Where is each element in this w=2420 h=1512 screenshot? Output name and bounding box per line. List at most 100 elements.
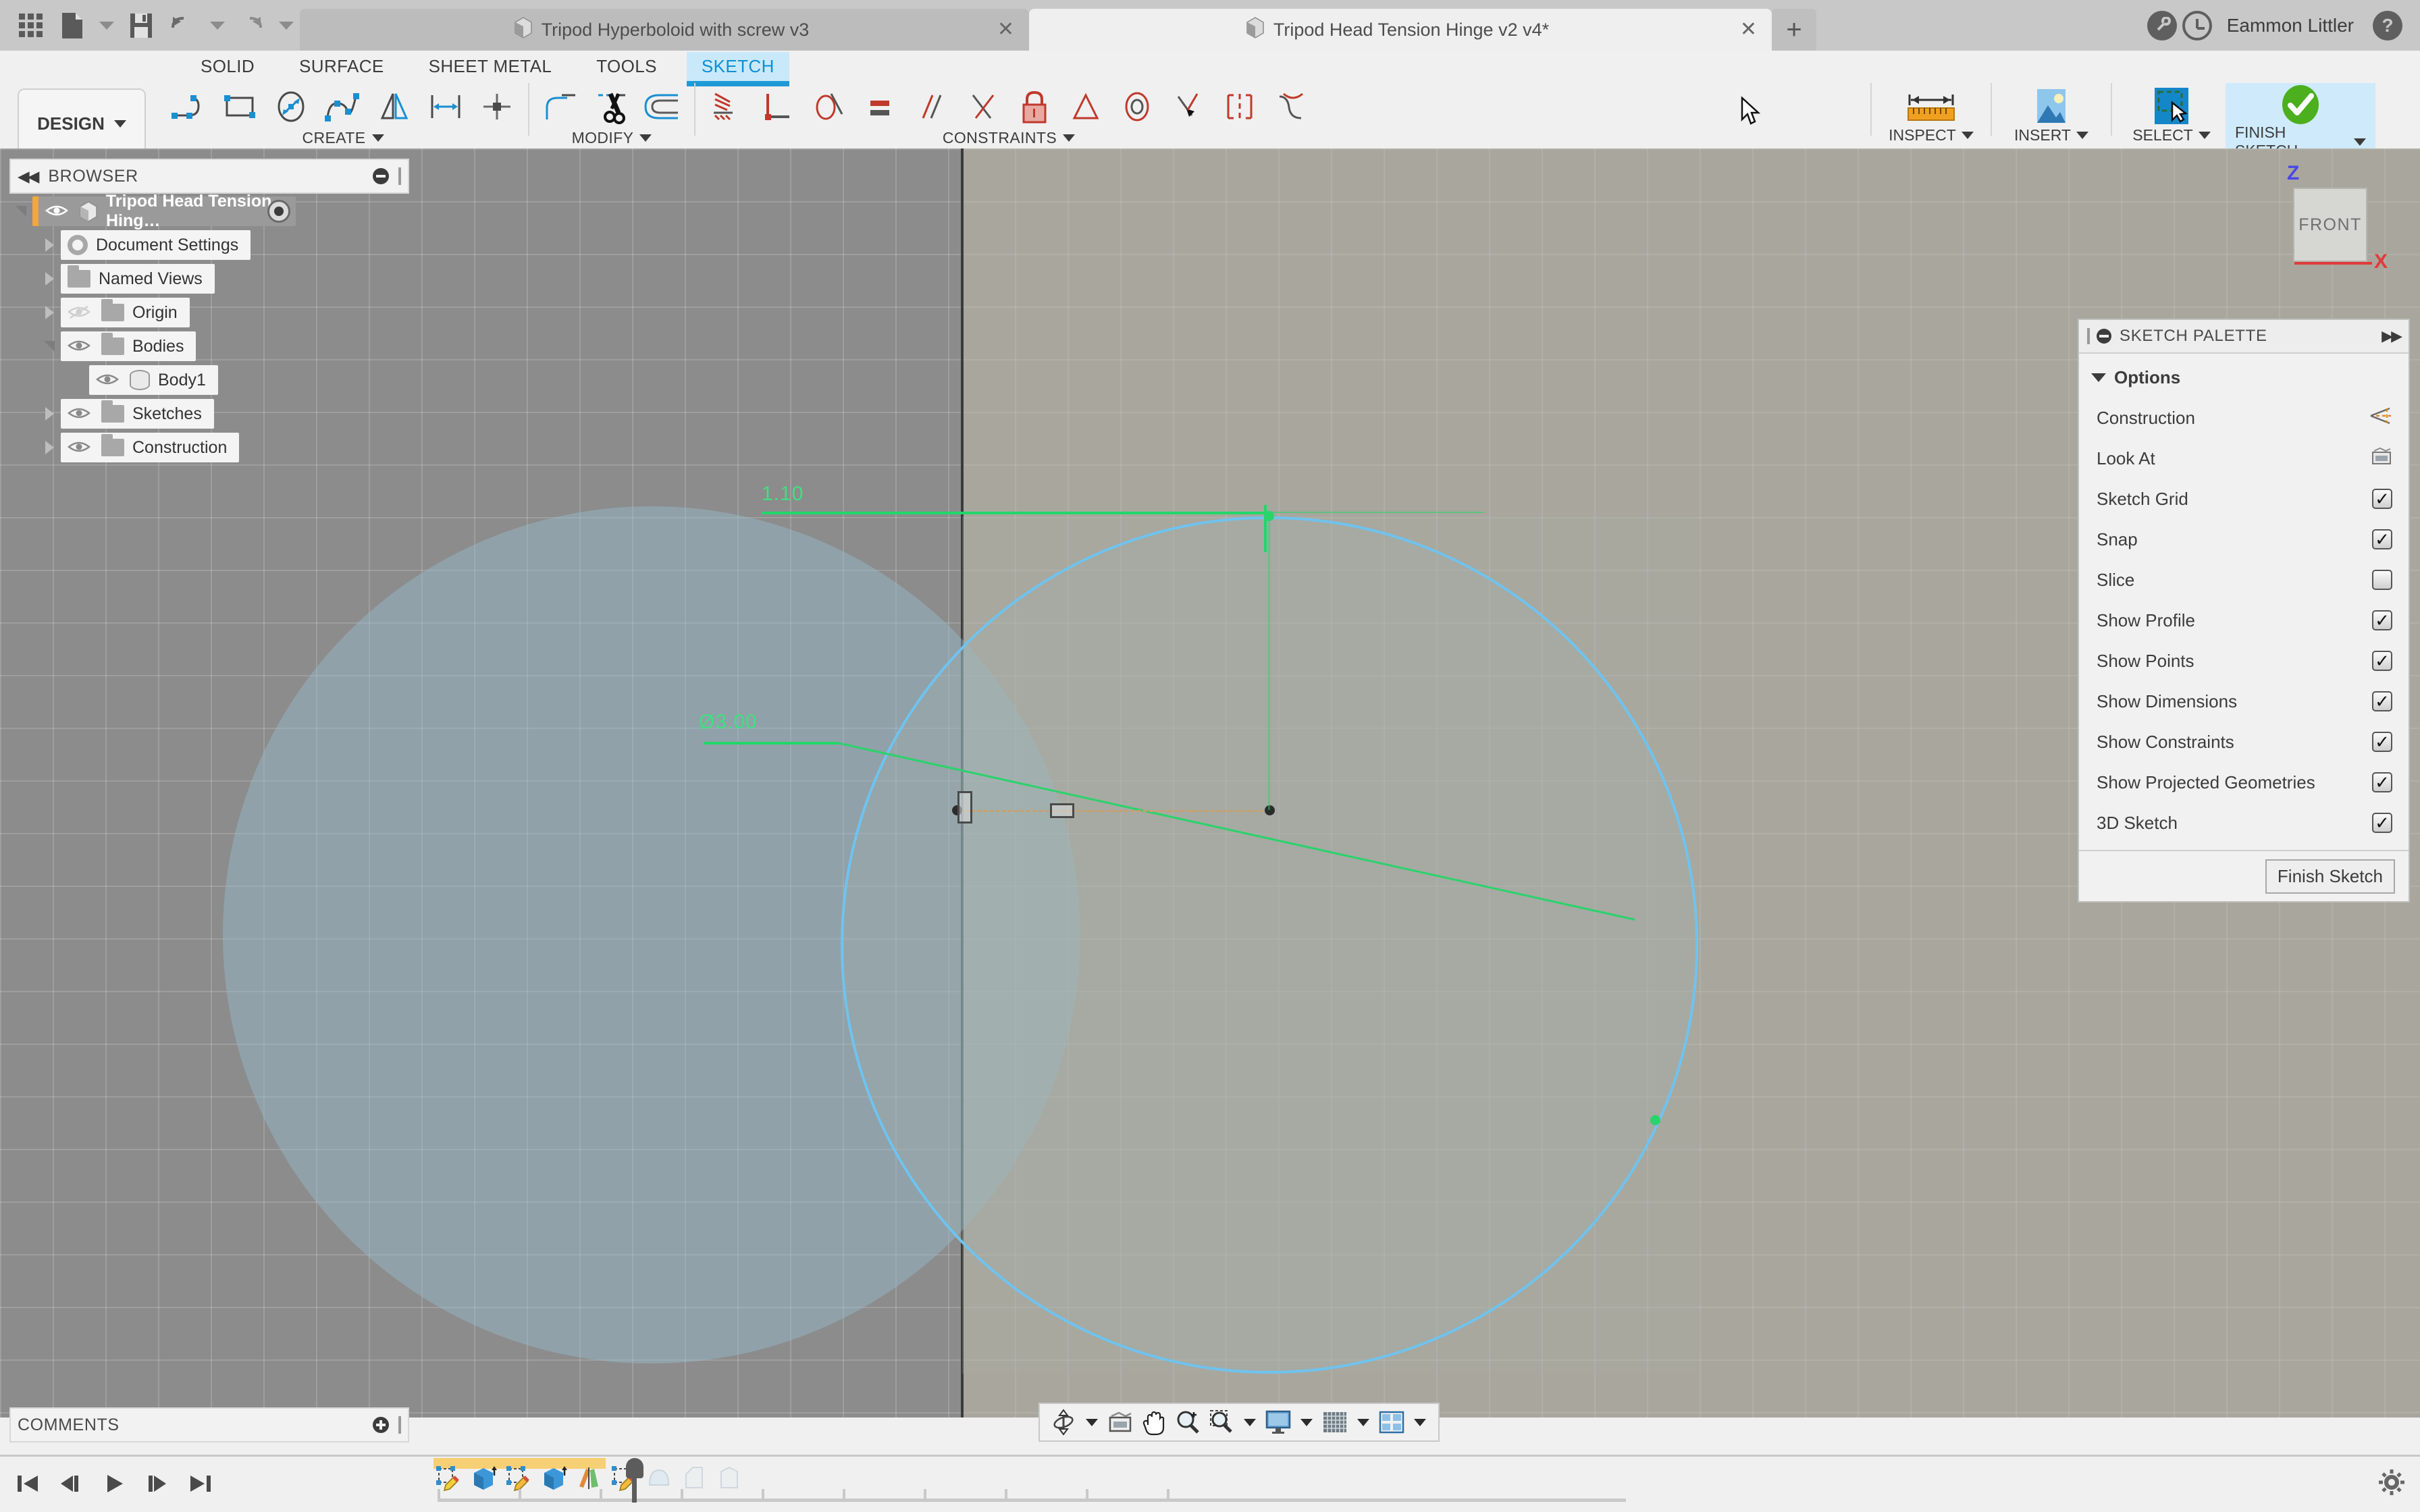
minus-circle-icon[interactable] xyxy=(373,168,389,184)
sidebar-item-component[interactable]: Tripod Head Tension Hing… xyxy=(32,196,296,226)
twisty-right-icon[interactable] xyxy=(38,407,61,421)
perpendicular-icon[interactable] xyxy=(752,83,804,130)
circle-radius-point[interactable] xyxy=(1650,1115,1660,1125)
ribbon-panel-constraints-label[interactable]: CONSTRAINTS xyxy=(943,129,1075,147)
new-tab-button[interactable]: + xyxy=(1772,9,1816,51)
sidebar-item-bodies[interactable]: Bodies xyxy=(61,331,196,361)
visibility-eye-icon[interactable] xyxy=(68,406,93,422)
new-file-icon[interactable] xyxy=(51,5,93,47)
lock-icon[interactable] xyxy=(1009,83,1060,130)
browser-row-named-views[interactable]: Named Views xyxy=(9,263,409,295)
ribbon-panel-insert[interactable]: INSERT xyxy=(1997,83,2105,148)
rectangle-icon[interactable] xyxy=(215,83,266,130)
undo-icon[interactable] xyxy=(162,5,204,47)
double-left-arrow-icon[interactable]: ◀◀ xyxy=(18,167,37,186)
symmetry-icon[interactable] xyxy=(1214,83,1265,130)
zoom-dropdown-icon[interactable] xyxy=(1244,1419,1256,1426)
new-file-dropdown-icon[interactable] xyxy=(93,5,120,47)
visibility-eye-icon[interactable] xyxy=(68,338,93,354)
dimension-label-2[interactable]: Ø3.00 xyxy=(699,711,758,734)
coincident-icon[interactable] xyxy=(957,83,1009,130)
look-at-icon[interactable] xyxy=(1105,1407,1136,1438)
browser-row-body1[interactable]: Body1 xyxy=(9,364,409,396)
palette-row-show-dimensions[interactable]: Show Dimensions ✓ xyxy=(2079,681,2409,722)
twisty-right-icon[interactable] xyxy=(38,238,61,252)
line-icon[interactable] xyxy=(163,83,215,130)
redo-dropdown-icon[interactable] xyxy=(273,5,300,47)
midpoint-icon[interactable] xyxy=(1060,83,1111,130)
show-dimensions-checkbox[interactable]: ✓ xyxy=(2372,691,2392,711)
ribbon-panel-inspect[interactable]: INSPECT xyxy=(1877,83,1985,148)
palette-row-snap[interactable]: Snap ✓ xyxy=(2079,519,2409,560)
extrude-feature-icon[interactable] xyxy=(539,1463,569,1493)
go-to-start-icon[interactable] xyxy=(15,1471,41,1500)
point-icon[interactable] xyxy=(471,83,523,130)
ribbon-panel-finish-sketch[interactable]: FINISH SKETCH xyxy=(2226,83,2375,148)
pan-hand-icon[interactable] xyxy=(1138,1407,1169,1438)
grid-snaps-icon[interactable] xyxy=(1319,1407,1350,1438)
document-tab-1-close-icon[interactable]: ✕ xyxy=(997,20,1014,40)
display-dropdown-icon[interactable] xyxy=(1300,1419,1313,1426)
dimension-icon[interactable] xyxy=(420,83,471,130)
recent-icon[interactable] xyxy=(2182,11,2212,40)
visibility-eye-icon[interactable] xyxy=(68,439,93,456)
sidebar-item-body1[interactable]: Body1 xyxy=(89,365,218,395)
palette-row-show-points[interactable]: Show Points ✓ xyxy=(2079,641,2409,681)
palette-row-sketch-grid[interactable]: Sketch Grid ✓ xyxy=(2079,479,2409,519)
comments-panel[interactable]: COMMENTS xyxy=(9,1407,409,1442)
browser-row-root[interactable]: Tripod Head Tension Hing… xyxy=(9,195,409,227)
concentric-icon[interactable] xyxy=(1111,83,1163,130)
twisty-down-icon[interactable] xyxy=(9,206,32,217)
show-constraints-checkbox[interactable]: ✓ xyxy=(2372,732,2392,752)
mirror-icon[interactable] xyxy=(369,83,420,130)
palette-row-slice[interactable]: Slice xyxy=(2079,560,2409,600)
help-icon[interactable]: ? xyxy=(2373,11,2402,40)
browser-row-bodies[interactable]: Bodies xyxy=(9,330,409,362)
sidebar-item-construction[interactable]: Construction xyxy=(61,433,239,462)
constraint-glyph-horizontal[interactable] xyxy=(1050,803,1074,818)
redo-icon[interactable] xyxy=(231,5,273,47)
show-points-checkbox[interactable]: ✓ xyxy=(2372,651,2392,671)
document-tab-1[interactable]: Tripod Hyperboloid with screw v3 ✕ xyxy=(300,9,1029,51)
gear-icon[interactable] xyxy=(2378,1469,2405,1499)
zoom-icon[interactable] xyxy=(1172,1407,1203,1438)
circle-quadrant-point[interactable] xyxy=(1264,511,1274,521)
palette-row-show-projected-geometries[interactable]: Show Projected Geometries ✓ xyxy=(2079,762,2409,803)
chamfer-feature-icon[interactable] xyxy=(679,1463,709,1493)
sidebar-item-origin[interactable]: Origin xyxy=(61,298,190,327)
user-name-label[interactable]: Eammon Littler xyxy=(2227,15,2354,36)
panel-grip[interactable] xyxy=(2087,328,2090,344)
ribbon-panel-modify-label[interactable]: MODIFY xyxy=(572,129,652,147)
fix-icon[interactable] xyxy=(701,83,752,130)
offset-icon[interactable] xyxy=(637,83,689,130)
sidebar-item-sketches[interactable]: Sketches xyxy=(61,399,214,429)
circle-icon[interactable] xyxy=(266,83,317,130)
browser-row-origin[interactable]: Origin xyxy=(9,296,409,329)
palette-row-3d-sketch[interactable]: 3D Sketch ✓ xyxy=(2079,803,2409,843)
sidebar-item-document-settings[interactable]: Document Settings xyxy=(61,230,251,260)
viewports-icon[interactable] xyxy=(1376,1407,1407,1438)
play-icon[interactable] xyxy=(101,1471,127,1500)
curvature-icon[interactable] xyxy=(1265,83,1317,130)
panel-grip[interactable] xyxy=(398,1416,401,1434)
browser-row-sketches[interactable]: Sketches xyxy=(9,398,409,430)
apps-grid-icon[interactable] xyxy=(9,5,51,47)
orbit-icon[interactable] xyxy=(1048,1407,1079,1438)
palette-row-look-at[interactable]: Look At xyxy=(2079,438,2409,479)
ribbon-tab-solid[interactable]: SOLID xyxy=(186,52,269,82)
palette-row-show-profile[interactable]: Show Profile ✓ xyxy=(2079,600,2409,641)
fillet-feature-icon[interactable] xyxy=(644,1463,674,1493)
ribbon-panel-select[interactable]: SELECT xyxy=(2118,83,2226,148)
step-forward-icon[interactable] xyxy=(144,1471,170,1500)
dimension-line-1[interactable] xyxy=(762,512,1268,514)
twisty-right-icon[interactable] xyxy=(38,272,61,286)
double-right-arrow-icon[interactable]: ▶▶ xyxy=(2382,327,2400,345)
parallel-icon[interactable] xyxy=(906,83,957,130)
twisty-right-icon[interactable] xyxy=(38,441,61,454)
view-cube[interactable]: Z FRONT X xyxy=(2251,162,2406,280)
grid-dropdown-icon[interactable] xyxy=(1357,1419,1369,1426)
ribbon-tab-surface[interactable]: SURFACE xyxy=(284,52,399,82)
palette-row-show-constraints[interactable]: Show Constraints ✓ xyxy=(2079,722,2409,762)
zoom-window-icon[interactable] xyxy=(1206,1407,1237,1438)
slice-checkbox[interactable] xyxy=(2372,570,2392,590)
